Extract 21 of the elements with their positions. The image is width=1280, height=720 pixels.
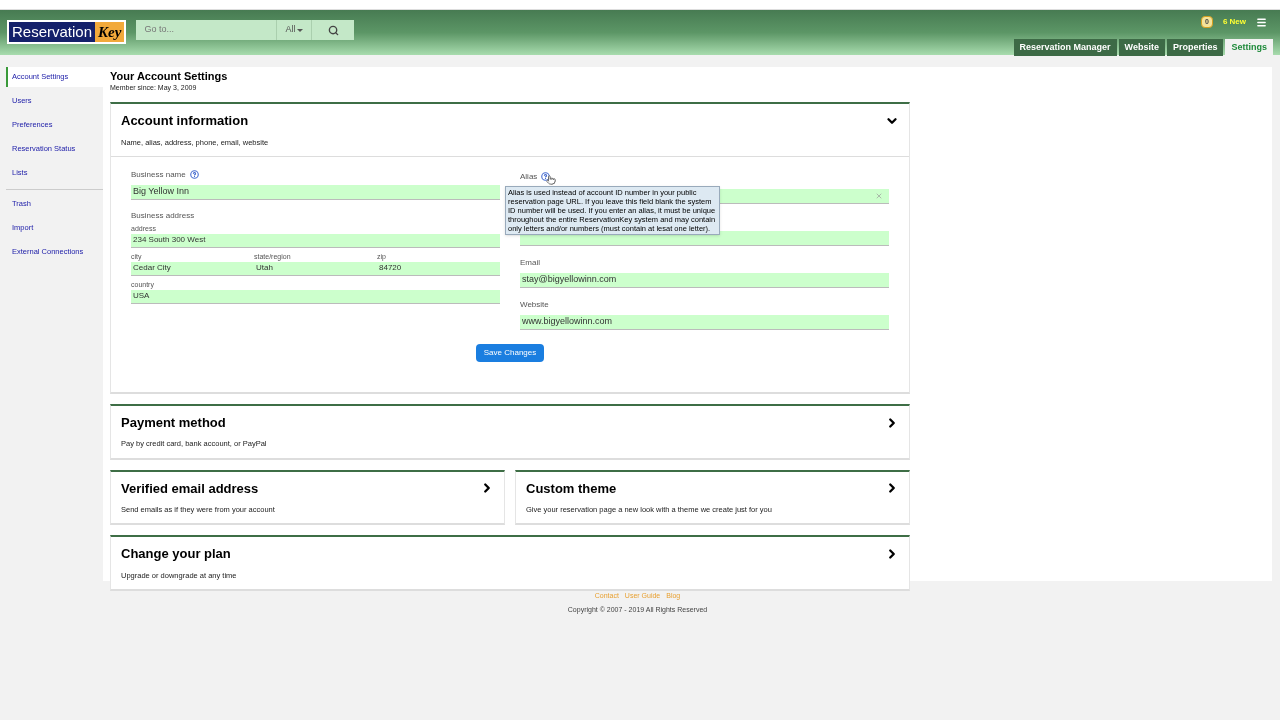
card-title: Change your plan xyxy=(121,545,231,564)
card-title: Verified email address xyxy=(121,479,259,498)
field-label: Alias xyxy=(520,168,889,185)
field-label: Website xyxy=(520,298,550,311)
card-title: Custom theme xyxy=(526,479,617,498)
field-value: Big Yellow Inn xyxy=(133,185,190,198)
field-value: Cedar City xyxy=(133,262,171,275)
field-value: www.bigyellowinn.com xyxy=(522,315,613,328)
page-title: Your Account Settings xyxy=(110,69,229,83)
logo-text: Key xyxy=(95,22,125,42)
field-value: Utah xyxy=(256,262,273,275)
field-value: stay@bigyellowinn.com xyxy=(522,273,617,286)
logo-text: Reservation xyxy=(9,22,96,42)
field-label: Business address xyxy=(131,209,196,222)
field-value: USA xyxy=(133,290,150,303)
field-value: 234 South 300 West xyxy=(133,234,206,247)
field-label: Business name xyxy=(131,168,500,181)
field-value: 84720 xyxy=(379,262,402,275)
field-label: Email xyxy=(520,256,541,269)
card-title: Account information xyxy=(121,112,249,130)
card-title: Payment method xyxy=(121,413,226,432)
